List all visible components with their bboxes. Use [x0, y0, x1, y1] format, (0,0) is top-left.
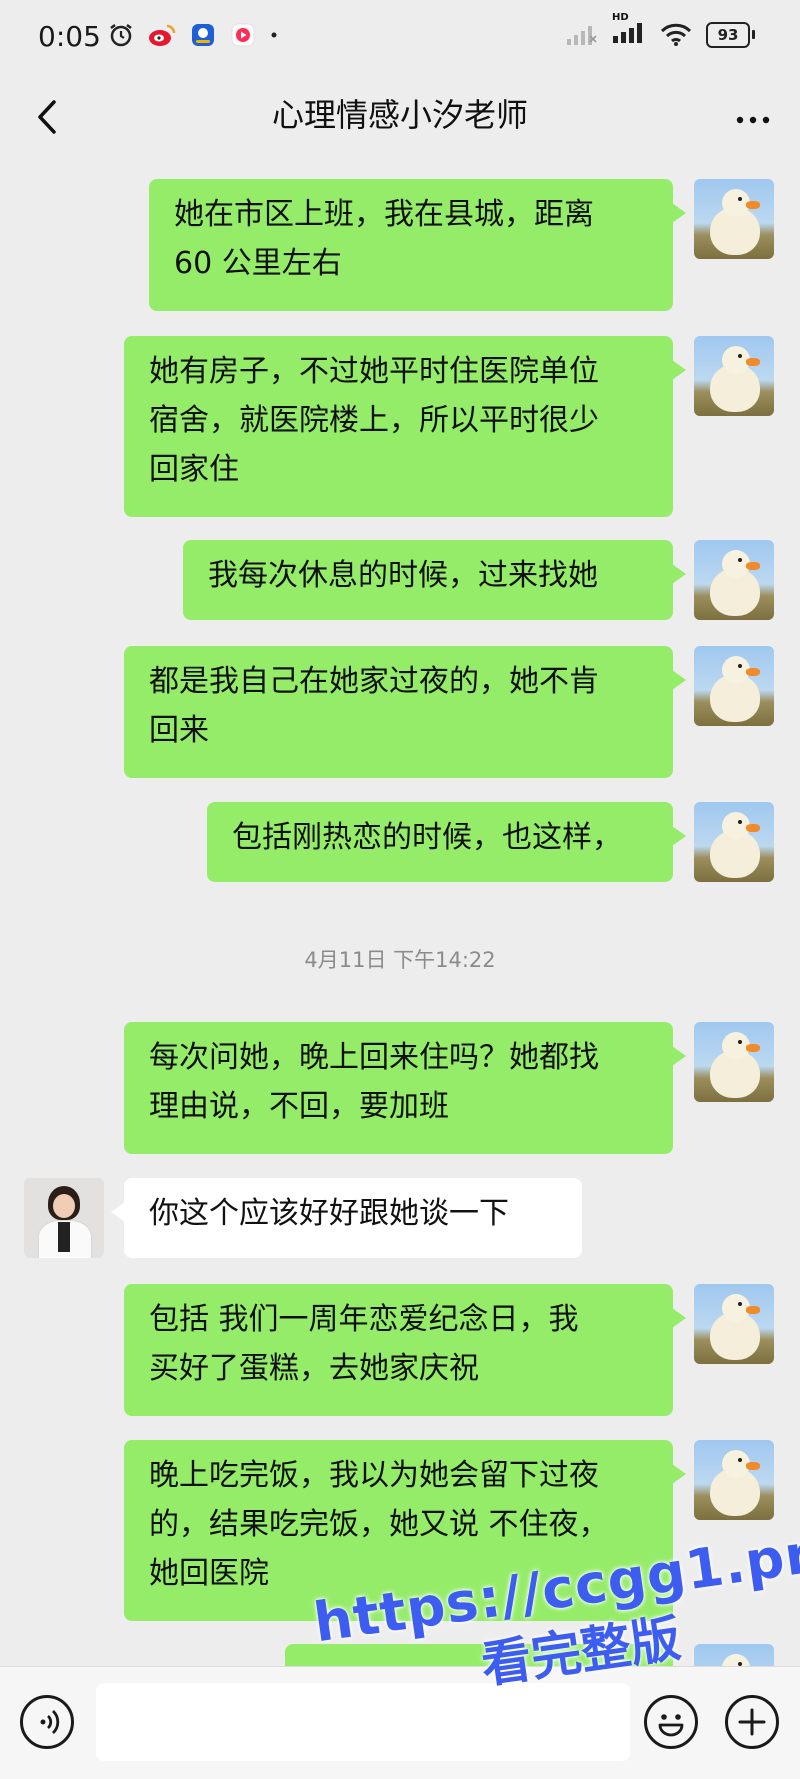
message-bubble[interactable]: 包括刚热恋的时候，也这样，	[207, 802, 686, 882]
status-time: 0:05	[38, 20, 101, 53]
message-line: 晚上吃完饭，我以为她会留下过夜	[149, 1458, 599, 1493]
my-avatar[interactable]	[694, 1440, 774, 1520]
my-avatar[interactable]	[694, 646, 774, 726]
signal-strong-icon	[613, 23, 642, 43]
message-input[interactable]	[96, 1683, 630, 1761]
chat-header: 心理情感小汐老师	[0, 80, 800, 158]
message-line: 她在市区上班，我在县城，距离	[174, 197, 594, 232]
my-avatar[interactable]	[694, 1284, 774, 1364]
signal-hd-wrapper: HD	[612, 12, 646, 48]
message-line: 买好了蛋糕，去她家庆祝	[149, 1351, 479, 1386]
message-bubble[interactable]: 她在市区上班，我在县城，距离 60 公里左右	[149, 179, 686, 311]
voice-button[interactable]	[20, 1695, 74, 1749]
message-line: 她回医院	[149, 1556, 269, 1591]
input-bar	[0, 1666, 800, 1779]
my-avatar[interactable]	[694, 336, 774, 416]
message-line: 60 公里左右	[174, 246, 342, 281]
message-line: 理由说，不回，要加班	[149, 1089, 449, 1124]
my-avatar[interactable]	[694, 179, 774, 259]
signal-weak-icon	[567, 26, 597, 45]
my-avatar[interactable]	[694, 1022, 774, 1102]
message-line: 包括 我们一周年恋爱纪念日，我	[149, 1302, 579, 1337]
system-icons: HD 93	[566, 12, 755, 48]
plus-button[interactable]	[725, 1695, 779, 1749]
emoji-icon	[658, 1714, 684, 1737]
message-bubble[interactable]: 晚上吃完饭，我以为她会留下过夜 的，结果吃完饭，她又说 不住夜， 她回医院	[124, 1440, 686, 1621]
plus-icon	[738, 1708, 766, 1736]
message-bubble[interactable]: 你这个应该好好跟她谈一下	[111, 1178, 582, 1258]
message-timestamp: 4月11日 下午14:22	[304, 948, 496, 972]
message-line: 你这个应该好好跟她谈一下	[149, 1196, 509, 1231]
voice-icon	[40, 1709, 60, 1735]
dot-icon	[271, 32, 277, 38]
contact-avatar[interactable]	[24, 1178, 104, 1258]
notification-icons	[108, 22, 278, 48]
message-bubble-partial[interactable]	[285, 1644, 673, 1666]
my-avatar[interactable]	[694, 540, 774, 620]
message-line: 都是我自己在她家过夜的，她不肯	[149, 664, 599, 699]
network-label: HD	[612, 12, 629, 23]
app-notification-icon	[192, 24, 214, 46]
message-line: 她有房子，不过她平时住医院单位	[149, 354, 599, 389]
message-bubble[interactable]: 包括 我们一周年恋爱纪念日，我 买好了蛋糕，去她家庆祝	[124, 1284, 686, 1416]
message-line: 包括刚热恋的时候，也这样，	[232, 820, 622, 855]
message-line: 的，结果吃完饭，她又说 不住夜，	[149, 1507, 609, 1542]
message-bubble[interactable]: 每次问她，晚上回来住吗？她都找 理由说，不回，要加班	[124, 1022, 686, 1154]
weibo-icon	[149, 24, 176, 46]
emoji-button[interactable]	[644, 1695, 698, 1749]
message-bubble[interactable]: 我每次休息的时候，过来找她	[183, 540, 686, 620]
my-avatar[interactable]	[694, 802, 774, 882]
chat-title: 心理情感小汐老师	[271, 96, 528, 134]
message-bubble[interactable]: 她有房子，不过她平时住医院单位 宿舍，就医院楼上，所以平时很少 回家住	[124, 336, 686, 517]
battery-icon: 93	[706, 22, 755, 48]
my-avatar[interactable]	[694, 1644, 774, 1666]
video-app-icon	[231, 23, 255, 47]
message-bubble[interactable]: 都是我自己在她家过夜的，她不肯 回来	[124, 646, 686, 778]
alarm-icon	[110, 24, 132, 47]
status-bar: 0:05 HD 93	[0, 0, 800, 80]
chat-history[interactable]: 她在市区上班，我在县城，距离 60 公里左右 她有房子，不过她平时住医院单位 宿…	[0, 158, 800, 1666]
more-button[interactable]	[728, 92, 778, 142]
message-line: 我每次休息的时候，过来找她	[208, 558, 598, 593]
more-dots-icon	[736, 116, 770, 124]
wifi-icon	[660, 23, 692, 46]
message-line: 回来	[149, 713, 209, 748]
message-line: 每次问她，晚上回来住吗？她都找	[149, 1040, 599, 1075]
message-line: 回家住	[149, 452, 239, 487]
message-line: 宿舍，就医院楼上，所以平时很少	[149, 403, 599, 438]
